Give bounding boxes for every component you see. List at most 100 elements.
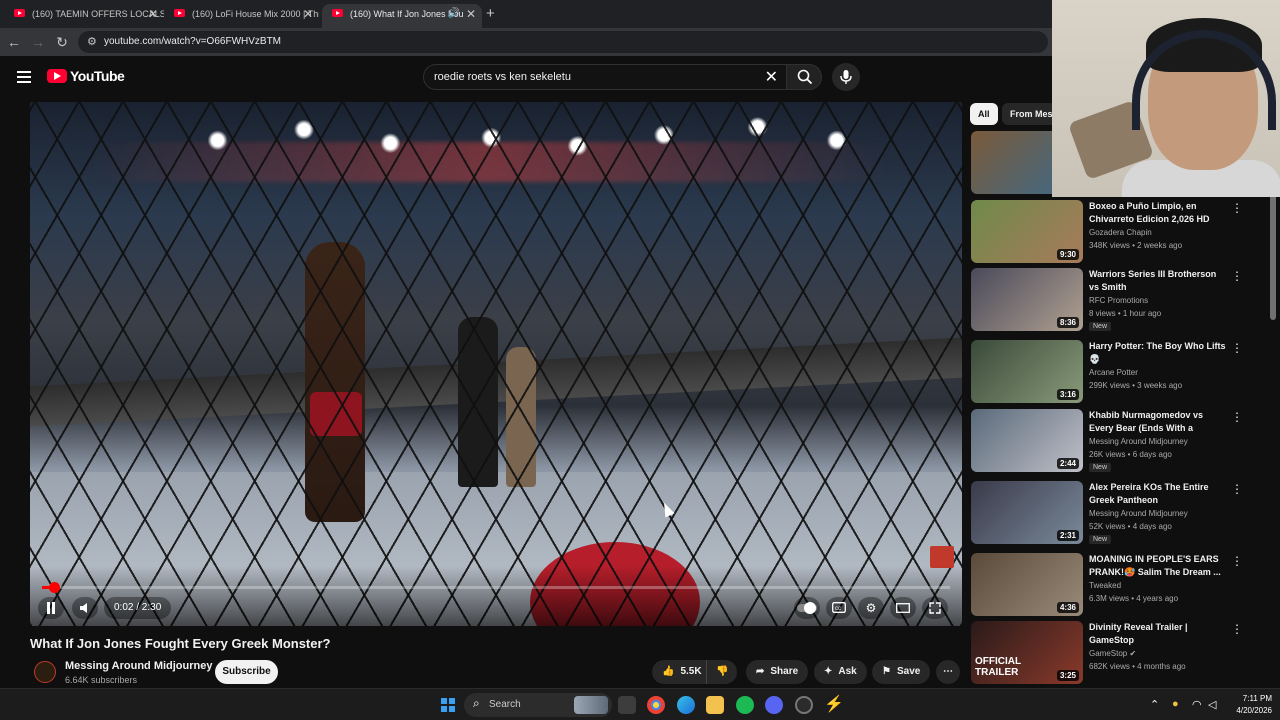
github-icon[interactable] <box>795 696 813 714</box>
recommended-title[interactable]: Divinity Reveal Trailer | GameStop <box>1089 621 1227 647</box>
captions-button[interactable]: cc <box>826 597 852 619</box>
recommended-channel[interactable]: GameStop ✔ <box>1089 649 1136 658</box>
wifi-icon[interactable]: ◠ <box>1192 698 1202 711</box>
channel-name[interactable]: Messing Around Midjourney <box>65 660 213 672</box>
recommended-video[interactable]: 2:44 Khabib Nurmagomedov vs Every Bear (E… <box>971 409 1271 475</box>
subscribe-button[interactable]: Subscribe <box>215 660 278 684</box>
recommended-video[interactable]: OFFICIAL TRAILER 3:25 Divinity Reveal Trai… <box>971 621 1271 687</box>
more-options-icon[interactable]: ⋮ <box>1231 483 1243 495</box>
progress-bar[interactable] <box>42 582 950 593</box>
taskbar-search[interactable]: ⌕ Search <box>464 693 612 717</box>
spotify-icon[interactable] <box>736 696 754 714</box>
search-input[interactable]: roedie roets vs ken sekeletu ✕ <box>423 64 786 90</box>
back-icon[interactable]: ← <box>6 34 22 50</box>
close-tab-icon[interactable]: ✕ <box>148 4 158 24</box>
more-options-icon[interactable]: ⋮ <box>1231 411 1243 423</box>
fullscreen-button[interactable] <box>922 597 948 619</box>
reload-icon[interactable]: ↻ <box>54 34 70 50</box>
volume-tray-icon[interactable]: ◁ <box>1208 698 1216 711</box>
tray-microphone-icon[interactable]: ● <box>1172 698 1179 710</box>
settings-button[interactable]: ⚙ <box>858 597 884 619</box>
recommended-video[interactable]: 9:30 Boxeo a Puño Limpio, en Chivarreto E… <box>971 200 1271 266</box>
discord-icon[interactable] <box>765 696 783 714</box>
theater-mode-button[interactable] <box>890 597 916 619</box>
video-thumbnail[interactable]: 8:36 <box>971 268 1083 331</box>
chip-all[interactable]: All <box>970 103 998 125</box>
recommended-title[interactable]: MOANING IN PEOPLE'S EARS PRANK!🥵 Salim T… <box>1089 553 1227 579</box>
close-tab-icon[interactable]: ✕ <box>466 4 476 24</box>
recommended-title[interactable]: Harry Potter: The Boy Who Lifts 💀 <box>1089 340 1227 366</box>
video-player[interactable]: 0:02 / 2:30 cc ⚙ <box>30 102 962 626</box>
tab-title: (160) What If Jon Jones Fou <box>350 9 464 19</box>
browser-tab[interactable]: (160) TAEMIN OFFERS LOCALS ✕ <box>4 4 164 28</box>
system-clock[interactable]: 7:11 PM 4/20/2026 <box>1228 693 1272 717</box>
forward-icon[interactable]: → <box>30 34 46 50</box>
subscriber-count: 6.64K subscribers <box>65 675 138 685</box>
recommended-channel[interactable]: Messing Around Midjourney <box>1089 509 1188 518</box>
share-button[interactable]: ➦ Share <box>746 660 809 684</box>
close-tab-icon[interactable]: ✕ <box>303 4 313 24</box>
save-button[interactable]: ⚑ Save <box>872 660 931 684</box>
new-badge: New <box>1089 535 1112 544</box>
more-options-icon[interactable]: ⋮ <box>1231 623 1243 635</box>
subscribe-watermark[interactable] <box>930 546 954 568</box>
recommended-title[interactable]: Khabib Nurmagomedov vs Every Bear (Ends … <box>1089 409 1227 435</box>
more-options-icon[interactable]: ⋮ <box>1231 270 1243 282</box>
youtube-favicon-icon <box>174 9 185 17</box>
video-thumbnail[interactable]: 4:36 <box>971 553 1083 616</box>
more-actions-button[interactable]: ⋯ <box>936 660 960 684</box>
recommended-video[interactable]: 4:36 MOANING IN PEOPLE'S EARS PRANK!🥵 Sal… <box>971 553 1271 619</box>
menu-icon[interactable] <box>17 71 31 83</box>
recommended-video[interactable]: 2:31 Alex Pereira KOs The Entire Greek Pa… <box>971 481 1271 547</box>
share-icon: ➦ <box>756 666 765 677</box>
recommended-channel[interactable]: Arcane Potter <box>1089 368 1138 377</box>
scrubber-handle[interactable] <box>48 582 60 593</box>
speaker-icon[interactable]: 🔊 <box>448 4 460 24</box>
recommended-channel[interactable]: Gozadera Chapin <box>1089 228 1152 237</box>
edge-icon[interactable] <box>677 696 695 714</box>
youtube-wordmark[interactable]: YouTube <box>70 68 125 84</box>
time-display: 0:02 / 2:30 <box>104 597 172 619</box>
recommended-title[interactable]: Boxeo a Puño Limpio, en Chivarreto Edici… <box>1089 200 1227 226</box>
recommended-title[interactable]: Warriors Series III Brotherson vs Smith <box>1089 268 1227 294</box>
file-explorer-icon[interactable] <box>706 696 724 714</box>
video-thumbnail[interactable]: 9:30 <box>971 200 1083 263</box>
more-options-icon[interactable]: ⋮ <box>1231 342 1243 354</box>
recommended-title[interactable]: Alex Pereira KOs The Entire Greek Panthe… <box>1089 481 1227 507</box>
video-thumbnail[interactable]: 2:31 <box>971 481 1083 544</box>
site-info-icon[interactable]: ⚙ <box>87 35 97 48</box>
pause-button[interactable] <box>38 597 64 619</box>
autoplay-toggle[interactable] <box>794 597 820 619</box>
channel-avatar[interactable] <box>34 661 56 683</box>
clear-search-icon[interactable]: ✕ <box>765 67 778 87</box>
task-view-icon[interactable] <box>618 696 636 714</box>
like-button[interactable]: 👍 5.5K <box>652 660 710 684</box>
more-options-icon[interactable]: ⋮ <box>1231 202 1243 214</box>
browser-tab-active[interactable]: (160) What If Jon Jones Fou 🔊 ✕ <box>322 4 482 28</box>
ask-button[interactable]: ✦ Ask <box>814 660 867 684</box>
recommended-video[interactable]: 8:36 Warriors Series III Brotherson vs Sm… <box>971 268 1271 334</box>
search-button[interactable] <box>786 64 822 90</box>
mute-button[interactable] <box>72 597 98 619</box>
recommended-channel[interactable]: Messing Around Midjourney <box>1089 437 1188 446</box>
chrome-icon[interactable] <box>647 696 665 714</box>
recommended-channel[interactable]: Tweaked <box>1089 581 1121 590</box>
video-title: What If Jon Jones Fought Every Greek Mon… <box>30 636 331 651</box>
voice-search-button[interactable] <box>832 63 860 91</box>
duration-badge: 4:36 <box>1056 602 1079 613</box>
new-tab-icon[interactable]: + <box>486 5 495 22</box>
recommended-video[interactable]: 3:16 Harry Potter: The Boy Who Lifts 💀 Arc… <box>971 340 1271 406</box>
more-options-icon[interactable]: ⋮ <box>1231 555 1243 567</box>
browser-tab[interactable]: (160) LoFi House Mix 2000 | Thr ✕ <box>164 4 319 28</box>
tray-chevron-icon[interactable]: ⌃ <box>1150 698 1159 711</box>
youtube-logo-icon[interactable] <box>47 69 67 83</box>
video-thumbnail[interactable]: OFFICIAL TRAILER 3:25 <box>971 621 1083 684</box>
omnibox[interactable]: ⚙ youtube.com/watch?v=O66FWHVzBTM <box>78 31 1048 53</box>
video-thumbnail[interactable]: 3:16 <box>971 340 1083 403</box>
recommended-channel[interactable]: RFC Promotions <box>1089 296 1148 305</box>
video-thumbnail[interactable]: 2:44 <box>971 409 1083 472</box>
lightning-app-icon[interactable]: ⚡ <box>824 696 844 714</box>
dislike-button[interactable]: 👎 <box>706 660 738 684</box>
start-icon[interactable] <box>441 698 455 712</box>
search-highlight-image <box>574 696 608 714</box>
